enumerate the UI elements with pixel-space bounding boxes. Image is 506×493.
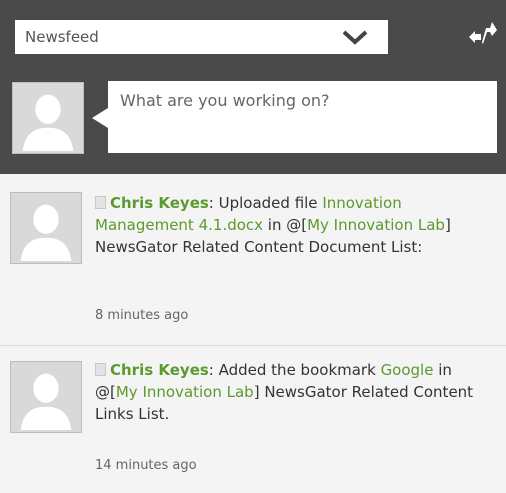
speech-pointer	[92, 108, 108, 128]
user-silhouette-icon	[13, 83, 83, 153]
feed-selector[interactable]: Newsfeed	[15, 20, 388, 54]
timestamp: 8 minutes ago	[95, 308, 189, 323]
activity-action: : Added the bookmark	[208, 361, 381, 379]
current-user-avatar	[12, 82, 84, 154]
activity-text: Chris Keyes: Added the bookmark Google i…	[95, 359, 495, 425]
newsfeed-header: Newsfeed What are you working on?	[0, 0, 506, 174]
user-silhouette-icon	[11, 193, 81, 263]
activity-item: Chris Keyes: Added the bookmark Google i…	[0, 347, 506, 493]
activity-item: Chris Keyes: Uploaded file Innovation Ma…	[0, 174, 506, 346]
author-link[interactable]: Chris Keyes	[110, 194, 209, 212]
status-post-input[interactable]: What are you working on?	[92, 81, 497, 153]
status-post-placeholder: What are you working on?	[120, 91, 330, 110]
activity-in-text: in @[	[263, 216, 308, 234]
author-link[interactable]: Chris Keyes	[110, 361, 209, 379]
bookmark-link[interactable]: Google	[381, 361, 434, 379]
chevron-down-icon[interactable]	[342, 29, 368, 45]
location-link[interactable]: My Innovation Lab	[307, 216, 445, 234]
user-silhouette-icon	[11, 362, 81, 432]
timestamp: 14 minutes ago	[95, 458, 197, 473]
activity-action: : Uploaded file	[208, 194, 323, 212]
location-link[interactable]: My Innovation Lab	[116, 383, 254, 401]
document-icon	[95, 363, 106, 376]
refresh-icon[interactable]	[466, 22, 498, 52]
document-icon	[95, 196, 106, 209]
avatar[interactable]	[10, 192, 82, 264]
avatar[interactable]	[10, 361, 82, 433]
feed-selector-value: Newsfeed	[25, 28, 99, 46]
activity-text: Chris Keyes: Uploaded file Innovation Ma…	[95, 192, 495, 258]
